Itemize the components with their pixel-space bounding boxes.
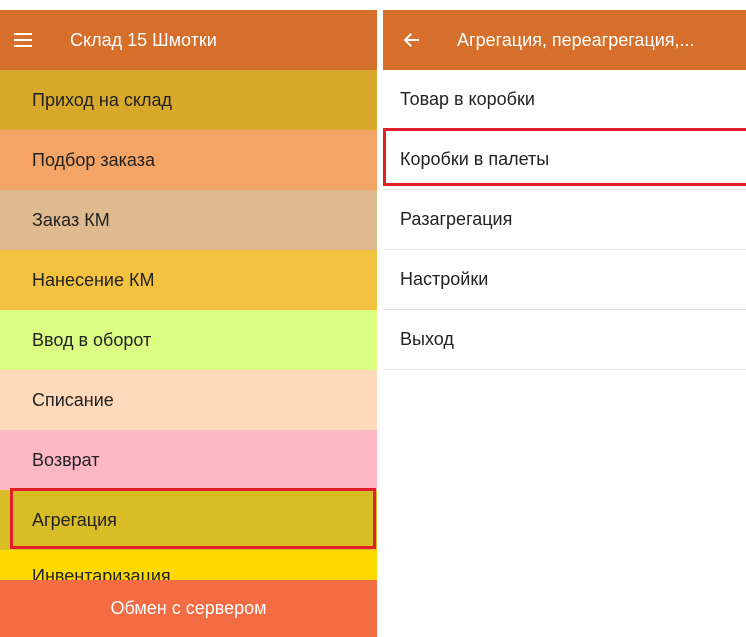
- submenu-item-label: Выход: [400, 329, 454, 349]
- arrow-left-icon[interactable]: [383, 33, 441, 47]
- submenu-item-label: Разагрегация: [400, 209, 513, 229]
- menu-item-km-order[interactable]: Заказ КМ: [0, 190, 377, 250]
- left-phone-screen: Склад 15 Шмотки Приход на склад Подбор з…: [0, 10, 377, 637]
- menu-item-receiving[interactable]: Приход на склад: [0, 70, 377, 130]
- submenu-item-label: Товар в коробки: [400, 89, 535, 109]
- submenu-item-label: Настройки: [400, 269, 489, 289]
- menu-item-km-marking[interactable]: Нанесение КМ: [0, 250, 377, 310]
- menu-item-label: Инвентаризация: [32, 566, 171, 580]
- submenu-item-settings[interactable]: Настройки: [383, 250, 746, 310]
- menu-item-put-into-circulation[interactable]: Ввод в оборот: [0, 310, 377, 370]
- menu-item-return[interactable]: Возврат: [0, 430, 377, 490]
- menu-item-label: Возврат: [32, 449, 100, 470]
- menu-item-label: Приход на склад: [32, 89, 172, 110]
- menu-item-aggregation[interactable]: Агрегация: [0, 490, 377, 550]
- submenu-item-boxes-to-pallets[interactable]: Коробки в палеты: [383, 130, 746, 190]
- right-app-bar: Агрегация, переагрегация,...: [383, 10, 746, 70]
- menu-item-label: Заказ КМ: [32, 209, 110, 230]
- menu-item-label: Агрегация: [32, 509, 117, 530]
- submenu-item-label: Коробки в палеты: [400, 149, 550, 169]
- right-app-title: Агрегация, переагрегация,...: [457, 29, 695, 50]
- submenu-item-goods-to-boxes[interactable]: Товар в коробки: [383, 70, 746, 130]
- right-phone-screen: Агрегация, переагрегация,... Товар в кор…: [383, 10, 746, 637]
- hamburger-menu-icon[interactable]: [0, 33, 56, 47]
- menu-item-inventory[interactable]: Инвентаризация: [0, 550, 377, 580]
- submenu-list: Товар в коробки Коробки в палеты Разагре…: [383, 70, 746, 370]
- left-app-bar: Склад 15 Шмотки: [0, 10, 377, 70]
- server-exchange-label: Обмен с сервером: [110, 598, 267, 618]
- menu-item-write-off[interactable]: Списание: [0, 370, 377, 430]
- left-app-title: Склад 15 Шмотки: [70, 29, 217, 50]
- menu-item-label: Нанесение КМ: [32, 269, 155, 290]
- menu-item-label: Ввод в оборот: [32, 329, 152, 350]
- main-menu: Приход на склад Подбор заказа Заказ КМ Н…: [0, 70, 377, 580]
- menu-item-order-picking[interactable]: Подбор заказа: [0, 130, 377, 190]
- submenu-item-exit[interactable]: Выход: [383, 310, 746, 370]
- menu-item-label: Списание: [32, 389, 114, 410]
- server-exchange-button[interactable]: Обмен с сервером: [0, 580, 377, 637]
- menu-item-label: Подбор заказа: [32, 149, 155, 170]
- submenu-item-disaggregation[interactable]: Разагрегация: [383, 190, 746, 250]
